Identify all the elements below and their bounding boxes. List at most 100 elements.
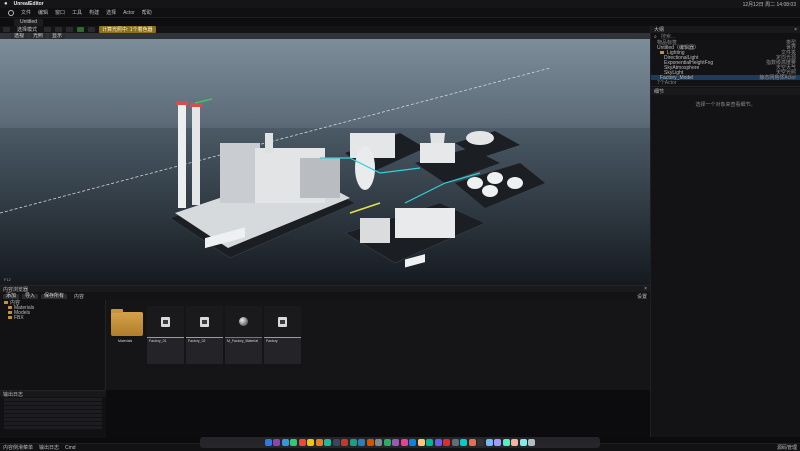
show-button[interactable]: 显示 <box>49 33 66 39</box>
content-browser-toolbar: 添加 导入 保存所有 内容 设置 <box>0 292 650 300</box>
folder-icon <box>8 311 12 314</box>
app-icon[interactable] <box>324 439 332 446</box>
app-icon[interactable] <box>409 439 417 446</box>
menu-build[interactable]: 构建 <box>89 9 99 16</box>
menu-window[interactable]: 窗口 <box>55 9 65 16</box>
unreal-logo-icon <box>8 9 14 16</box>
details-hint: 选择一个对象来查看细节。 <box>695 102 756 108</box>
translate-icon[interactable] <box>607 33 612 39</box>
menu-tools[interactable]: 工具 <box>72 9 82 16</box>
folder-icon <box>110 308 143 336</box>
app-icon[interactable] <box>426 439 434 446</box>
camera-speed-icon[interactable] <box>635 33 640 39</box>
app-icon[interactable] <box>417 439 425 446</box>
cinematic-icon[interactable] <box>66 27 74 32</box>
folder-icon <box>8 316 12 319</box>
app-icon[interactable] <box>298 439 306 446</box>
finder-icon[interactable] <box>264 439 272 446</box>
app-icon[interactable] <box>434 439 442 446</box>
app-icon[interactable] <box>349 439 357 446</box>
app-icon[interactable] <box>519 439 527 446</box>
trash-icon[interactable] <box>528 439 536 446</box>
app-icon[interactable] <box>502 439 510 446</box>
apple-icon[interactable]: ● <box>4 1 8 7</box>
content-browser-title[interactable]: 内容浏览器 <box>3 286 28 293</box>
app-icon[interactable] <box>494 439 502 446</box>
content-drawer-button[interactable]: 内容侧滑菜单 <box>3 444 33 451</box>
safari-icon[interactable] <box>281 439 289 446</box>
tab-level[interactable]: Untitled <box>14 18 43 26</box>
asset-tile[interactable]: Factory_02 <box>186 306 223 364</box>
app-icon[interactable] <box>460 439 468 446</box>
pause-icon[interactable] <box>88 27 96 32</box>
add-button[interactable]: 添加 <box>3 293 20 299</box>
viewport-menu-icon[interactable] <box>3 33 8 39</box>
app-icon[interactable] <box>392 439 400 446</box>
app-icon[interactable] <box>451 439 459 446</box>
output-log-button[interactable]: 输出日志 <box>39 444 59 451</box>
outliner-title: 大纲 <box>654 27 665 33</box>
menu-help[interactable]: 帮助 <box>142 9 152 16</box>
app-icon[interactable] <box>443 439 451 446</box>
asset-tile[interactable]: Factory_01 <box>147 306 184 364</box>
asset-tile[interactable]: M_Factory_Material <box>225 306 262 364</box>
source-control-button[interactable]: 源码管理 <box>777 444 797 451</box>
main-toolbar: 选择模式 计算光照中: 1个着色器 <box>0 26 650 33</box>
settings-button[interactable]: 设置 <box>637 293 647 300</box>
notes-icon[interactable] <box>307 439 315 446</box>
app-icon[interactable] <box>315 439 323 446</box>
app-icon[interactable] <box>375 439 383 446</box>
asset-tile[interactable]: Factory <box>264 306 301 364</box>
app-icon[interactable] <box>485 439 493 446</box>
save-all-button[interactable]: 保存所有 <box>41 293 68 299</box>
add-actor-icon[interactable] <box>44 27 52 32</box>
details-title: 细节 <box>654 89 665 95</box>
perspective-button[interactable]: 透视 <box>11 33 28 39</box>
shader-compile-badge: 计算光照中: 1个着色器 <box>99 26 156 33</box>
app-icon[interactable] <box>332 439 340 446</box>
menu-actor[interactable]: Actor <box>123 10 135 16</box>
grid-snap-icon[interactable] <box>628 33 633 39</box>
rotate-icon[interactable] <box>614 33 619 39</box>
folder-icon <box>4 301 8 304</box>
app-icon[interactable] <box>341 439 349 446</box>
breadcrumb[interactable]: 内容 <box>74 293 84 300</box>
app-icon[interactable] <box>468 439 476 446</box>
editor-menubar: 文件 编辑 窗口 工具 构建 选择 Actor 帮助 <box>0 8 800 18</box>
close-icon[interactable]: × <box>644 286 647 292</box>
menu-select[interactable]: 选择 <box>106 9 116 16</box>
app-icon[interactable] <box>366 439 374 446</box>
app-icon[interactable] <box>358 439 366 446</box>
import-button[interactable]: 导入 <box>22 293 39 299</box>
clock[interactable]: 12月12日 周二 14:08:03 <box>743 1 796 8</box>
messages-icon[interactable] <box>290 439 298 446</box>
app-icon[interactable] <box>400 439 408 446</box>
asset-folder[interactable]: Materials <box>108 306 145 364</box>
menu-file[interactable]: 文件 <box>21 9 31 16</box>
maximize-icon[interactable] <box>642 33 647 39</box>
mode-select-button[interactable]: 选择模式 <box>14 26 40 33</box>
play-icon[interactable] <box>77 27 85 32</box>
unreal-editor-icon[interactable] <box>477 439 485 446</box>
lit-button[interactable]: 光照 <box>30 33 47 39</box>
blueprint-icon[interactable] <box>55 27 63 32</box>
app-name[interactable]: UnrealEditor <box>14 1 44 7</box>
close-icon[interactable]: × <box>794 27 797 33</box>
output-log-panel: 输出日志 <box>0 390 106 438</box>
scene-render <box>0 67 650 285</box>
app-icon[interactable] <box>511 439 519 446</box>
launchpad-icon[interactable] <box>273 439 281 446</box>
static-mesh-icon <box>161 316 170 327</box>
viewport-toolbar: 透视 光照 显示 <box>0 33 650 39</box>
save-icon[interactable] <box>3 27 10 32</box>
level-tabbar: Untitled <box>0 18 800 26</box>
app-icon[interactable] <box>383 439 391 446</box>
level-viewport[interactable]: 透视 光照 显示 F12 <box>0 33 650 285</box>
content-browser: 内容浏览器 × 添加 导入 保存所有 内容 设置 内容 Materials Mo… <box>0 285 650 391</box>
menu-edit[interactable]: 编辑 <box>38 9 48 16</box>
cmd-button[interactable]: Cmd <box>65 445 76 451</box>
folder-icon <box>8 306 12 309</box>
tree-item[interactable]: FBX <box>0 315 105 321</box>
scale-icon[interactable] <box>621 33 626 39</box>
output-log-title[interactable]: 输出日志 <box>3 391 23 398</box>
